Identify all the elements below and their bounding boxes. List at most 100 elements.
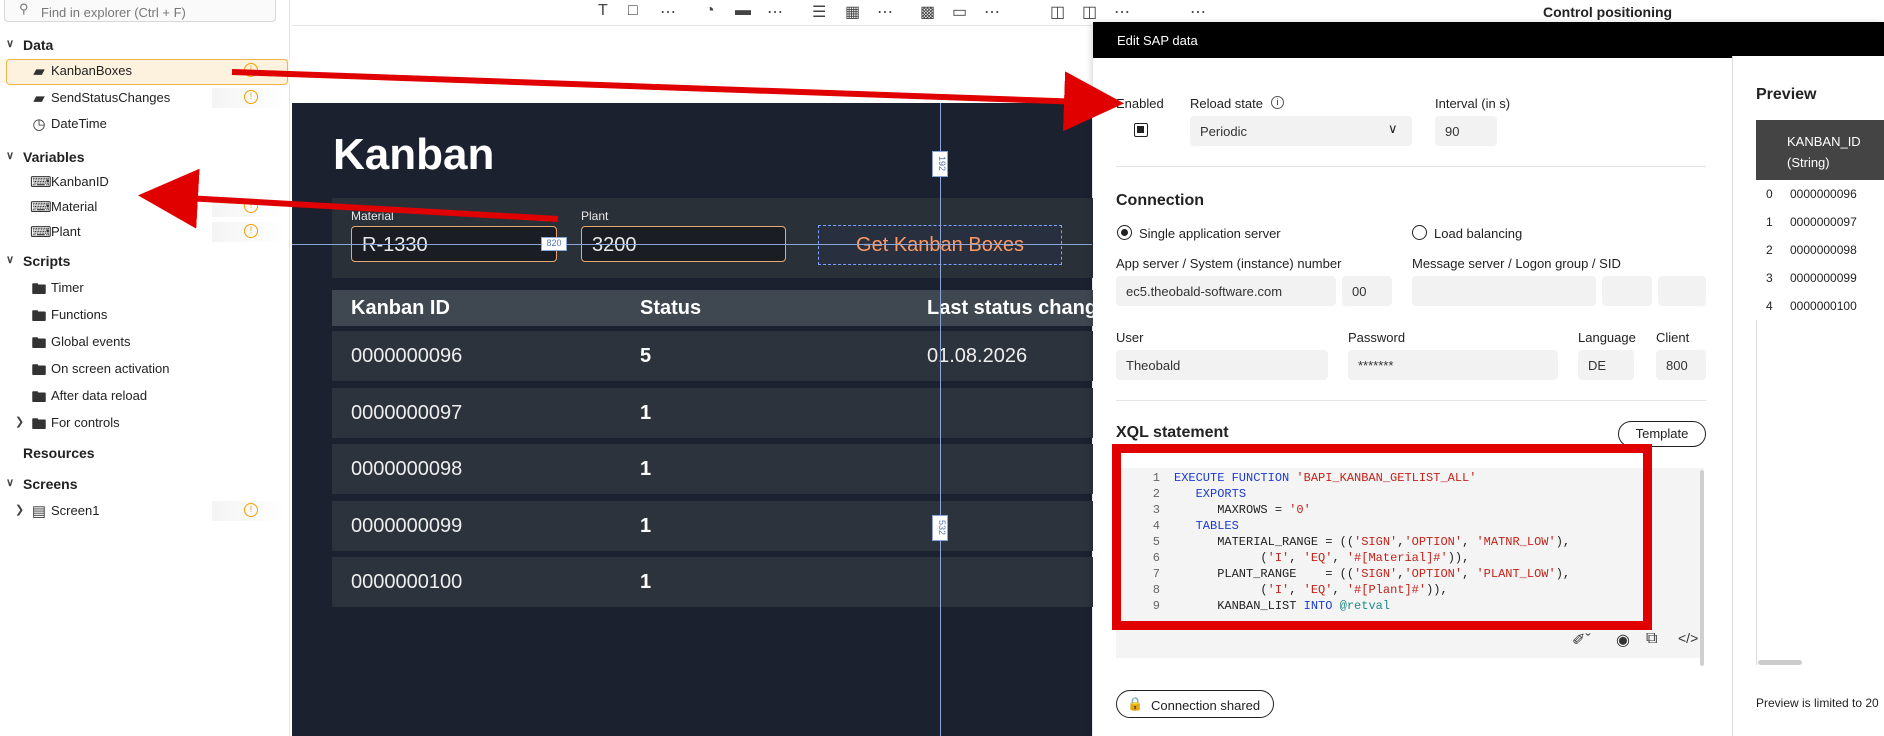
sid-input[interactable] (1658, 276, 1706, 306)
explorer-item-label: SendStatusChanges (51, 90, 171, 105)
explorer-panel: ⚲ Find in explorer (Ctrl + F) ∨ Data ▰ K… (0, 0, 290, 736)
load-balancing-radio[interactable] (1412, 225, 1427, 240)
folder-icon: 🖿 (31, 308, 47, 325)
section-screens[interactable]: ∨ Screens (0, 475, 290, 495)
expand-icon[interactable]: ⧉ (1646, 630, 1657, 648)
chevron-down-icon: ∨ (6, 38, 15, 50)
explorer-item-datetime[interactable]: ◷ DateTime (0, 112, 290, 136)
more-icon[interactable]: ⋯ (660, 2, 676, 22)
divider (1116, 166, 1706, 167)
control-positioning-title: Control positioning (1543, 4, 1673, 20)
explorer-item-global-events[interactable]: 🖿 Global events (0, 330, 290, 354)
monitor-icon: ▤ (31, 503, 47, 520)
instance-number-input[interactable]: 00 (1342, 276, 1392, 306)
divider (1116, 400, 1706, 401)
explorer-item-label: On screen activation (51, 361, 170, 376)
cell-kanban-id: 0000000100 (351, 571, 463, 593)
screen-title[interactable]: Kanban (333, 130, 494, 180)
app-server-input[interactable]: ec5.theobald-software.com (1116, 276, 1336, 306)
explorer-item-label: Plant (51, 224, 81, 239)
col-header-status[interactable]: Status (640, 297, 701, 320)
load-balancing-label: Load balancing (1434, 226, 1523, 241)
explorer-item-label: KanbanBoxes (51, 63, 132, 78)
logon-group-input[interactable] (1602, 276, 1652, 306)
connection-shared-button[interactable]: 🔒 Connection shared (1116, 690, 1274, 718)
explorer-search-input[interactable]: ⚲ Find in explorer (Ctrl + F) (4, 0, 276, 22)
explorer-item-for-controls[interactable]: ❯ 🖿 For controls (0, 411, 290, 435)
rectangle-tool-icon[interactable]: □ (628, 2, 638, 20)
info-icon[interactable]: ! (244, 503, 258, 517)
pen-icon[interactable]: ✐ˇ (1572, 630, 1591, 650)
panel-scrollbar[interactable] (1700, 470, 1704, 666)
explorer-item-screen1[interactable]: ❯ ▤ Screen1 ! (0, 499, 290, 523)
message-server-label: Message server / Logon group / SID (1412, 256, 1621, 271)
preview-header (1756, 120, 1884, 180)
chevron-down-icon: ∨ (6, 477, 15, 489)
user-label: User (1116, 330, 1144, 345)
info-icon[interactable]: ! (244, 224, 258, 238)
code-icon[interactable]: </> (1678, 630, 1698, 646)
explorer-item-sendstatuschanges[interactable]: ▰ SendStatusChanges ! (0, 86, 290, 110)
explorer-item-kanbanid[interactable]: ⌨ KanbanID (0, 170, 290, 194)
enabled-checkbox[interactable] (1134, 123, 1148, 137)
grid-icon[interactable]: ▦ (845, 2, 860, 22)
more-icon[interactable]: ⋯ (1114, 2, 1130, 22)
more-icon[interactable]: ⋯ (1190, 2, 1206, 22)
slider-icon[interactable]: ▬ (735, 2, 751, 20)
client-input[interactable]: 800 (1656, 350, 1706, 380)
message-server-input[interactable] (1412, 276, 1596, 306)
explorer-item-kanbanboxes[interactable]: ▰ KanbanBoxes ! (0, 59, 290, 85)
panel-title: Edit SAP data (1093, 22, 1884, 58)
interval-input[interactable]: 90 (1435, 116, 1497, 146)
preview-scrollbar[interactable] (1758, 660, 1802, 665)
explorer-item-plant[interactable]: ⌨ Plant ! (0, 220, 290, 244)
more-icon[interactable]: ⋯ (767, 2, 783, 22)
info-icon[interactable]: ! (244, 199, 258, 213)
explorer-item-functions[interactable]: 🖿 Functions (0, 303, 290, 327)
text-tool-icon[interactable]: T (598, 2, 608, 20)
chevron-right-icon[interactable]: ❯ (15, 503, 24, 516)
explorer-item-material[interactable]: ⌨ Material ! (0, 195, 290, 219)
section-screens-label: Screens (23, 476, 78, 492)
explorer-item-label: Screen1 (51, 503, 100, 518)
enabled-label: Enabled (1116, 96, 1164, 111)
info-icon[interactable]: ! (244, 63, 258, 77)
eye-icon[interactable]: ◉ (1616, 630, 1630, 650)
input-tool-icon[interactable]: ▭ (952, 2, 967, 22)
design-toolbar (292, 0, 1092, 26)
col-header-last-status[interactable]: Last status chang (927, 297, 1097, 320)
connection-header: Connection (1116, 192, 1204, 209)
pdf-icon[interactable]: ◫ (1082, 2, 1097, 22)
preview-row-value: 0000000097 (1790, 215, 1857, 229)
section-scripts[interactable]: ∨ Scripts (0, 252, 290, 272)
plant-label: Plant (581, 209, 609, 223)
password-input[interactable]: ******* (1348, 350, 1558, 380)
single-server-radio[interactable] (1117, 225, 1132, 240)
more-icon[interactable]: ⋯ (984, 2, 1000, 22)
col-header-kanban-id[interactable]: Kanban ID (351, 297, 450, 320)
user-input[interactable]: Theobald (1116, 350, 1328, 380)
chevron-down-icon: ∨ (6, 254, 15, 266)
folder-icon: 🖿 (31, 362, 47, 379)
chevron-right-icon[interactable]: ❯ (15, 415, 24, 428)
section-variables[interactable]: ∨ Variables (0, 148, 290, 168)
explorer-item-timer[interactable]: 🖿 Timer (0, 276, 290, 300)
preview-row-index: 0 (1766, 187, 1773, 201)
more-icon[interactable]: ⋯ (877, 2, 893, 22)
button-tool-icon[interactable]: ▩ (920, 2, 935, 22)
client-label: Client (1656, 330, 1690, 345)
list-icon[interactable]: ☰ (812, 2, 826, 22)
explorer-item-after-data-reload[interactable]: 🖿 After data reload (0, 384, 290, 408)
pie-chart-icon[interactable]: ◔ (705, 2, 715, 20)
section-data[interactable]: ∨ Data (0, 36, 290, 56)
language-input[interactable]: DE (1578, 350, 1634, 380)
section-resources[interactable]: Resources (0, 444, 290, 464)
reload-state-select[interactable]: Periodic (1190, 116, 1412, 146)
preview-title: Preview (1756, 86, 1817, 103)
preview-divider (1756, 320, 1757, 665)
info-icon[interactable]: ! (244, 90, 258, 104)
explorer-item-on-screen-activation[interactable]: 🖿 On screen activation (0, 357, 290, 381)
info-icon[interactable]: i (1271, 96, 1284, 109)
arrow-to-enabled (231, 69, 1124, 132)
image-tool-icon[interactable]: ◫ (1050, 2, 1065, 22)
